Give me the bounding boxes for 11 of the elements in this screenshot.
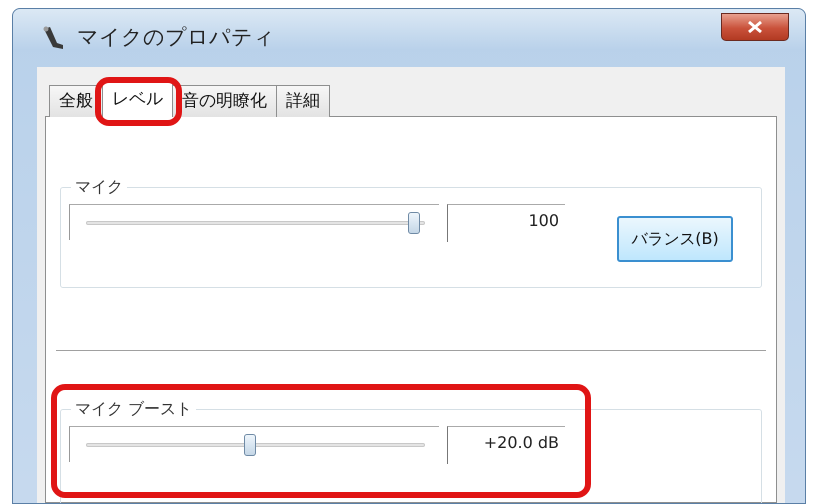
- tab[interactable]: 詳細: [276, 85, 330, 117]
- slider-thumb[interactable]: [244, 434, 256, 456]
- slider-thumb[interactable]: [408, 212, 420, 234]
- value-field[interactable]: 100: [447, 204, 565, 242]
- value-field[interactable]: +20.0 dB: [447, 426, 565, 464]
- close-button[interactable]: [721, 13, 789, 41]
- tab[interactable]: レベル: [102, 80, 173, 117]
- close-icon: [746, 20, 764, 34]
- tab[interactable]: 音の明瞭化: [172, 85, 277, 117]
- balance-button[interactable]: バランス(B): [617, 216, 733, 262]
- window-title: マイクのプロパティ: [77, 24, 275, 52]
